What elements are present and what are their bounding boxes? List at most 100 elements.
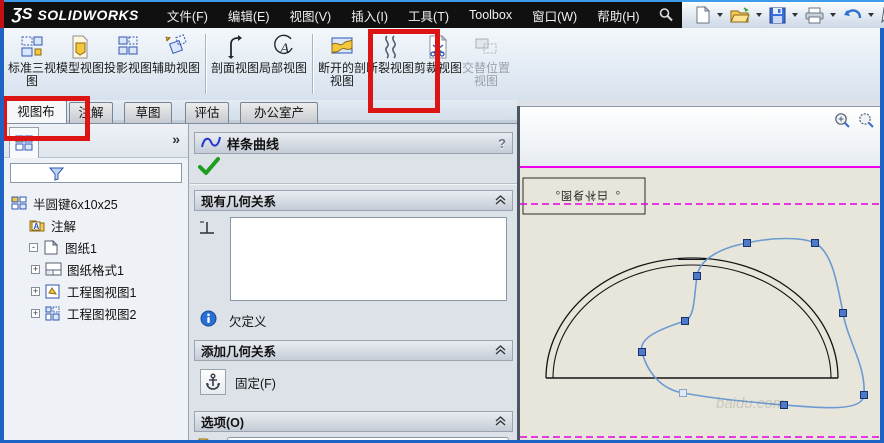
tree-expander-expand[interactable]: +	[31, 286, 40, 296]
section-add-relations[interactable]: 添加几何关系	[194, 340, 513, 361]
ribbon-button-standard-three-views[interactable]: 标准三视图	[8, 32, 56, 88]
solidworks-window: ƷS SOLIDWORKS 文件(F) 编辑(E) 视图(V) 插入(I) 工具…	[0, 0, 884, 443]
ribbon-button-label: 局部视图	[259, 61, 308, 75]
panel-expand-chevrons[interactable]: »	[172, 131, 180, 147]
quick-access-toolbar	[681, 2, 884, 28]
ribbon-button-projected-view[interactable]: 投影视图	[104, 32, 152, 75]
spline-control-point[interactable]	[638, 348, 646, 356]
tree-item-label: 注解	[51, 219, 77, 234]
feature-manager-panel: » 半圆键6x10x25 A 注解 - 图纸1 + 图纸格式1 + 工程图视图1…	[4, 124, 189, 440]
ribbon-button-alternate-position-view[interactable]: 交替位置视图	[462, 32, 510, 88]
ribbon-button-section-view[interactable]: 剖面视图	[211, 32, 259, 75]
new-document-icon[interactable]	[692, 4, 713, 26]
ok-check-icon[interactable]	[198, 156, 220, 181]
solidworks-logo-glyph: ƷS	[12, 6, 33, 23]
ribbon-button-model-view[interactable]: 模型视图	[56, 32, 104, 75]
tree-item-drawing-root[interactable]: 半圆键6x10x25	[4, 192, 188, 214]
highlight-box-crop-view	[368, 29, 440, 113]
help-icon[interactable]: ?	[498, 136, 506, 151]
auxiliary-view-icon	[152, 34, 200, 62]
ribbon-button-auxiliary-view[interactable]: 辅助视图	[152, 32, 200, 75]
tree-item-label: 工程图视图1	[67, 285, 137, 300]
title-block-rotated-text: 。白补身图。	[548, 189, 620, 201]
tree-expander-expand[interactable]: +	[31, 264, 40, 274]
ribbon-separator	[312, 34, 313, 94]
undo-icon[interactable]	[841, 4, 864, 26]
property-manager-title-bar: 样条曲线 ?	[194, 132, 513, 154]
fixed-relation-button[interactable]	[200, 369, 226, 395]
tree-item-label: 工程图视图2	[67, 307, 137, 322]
tab-sketch[interactable]: 草图	[124, 102, 172, 123]
tree-item-drawing-view2[interactable]: + 工程图视图2	[4, 302, 188, 324]
collapse-chevron-icon	[495, 415, 506, 429]
print-icon[interactable]	[803, 4, 826, 26]
graphics-area[interactable]: 。白补身图。 baidu.com	[520, 106, 880, 440]
model-view-icon	[56, 34, 104, 62]
save-caret[interactable]	[791, 13, 798, 17]
svg-text:A: A	[279, 41, 290, 57]
spline-control-point[interactable]	[743, 239, 751, 247]
window-border-left	[0, 28, 4, 443]
print-caret[interactable]	[829, 13, 836, 17]
ribbon-button-label: 辅助视图	[152, 61, 201, 75]
broken-out-section-icon	[318, 34, 366, 62]
half-round-key-view[interactable]	[545, 257, 839, 379]
solidworks-logo-text: SOLIDWORKS	[37, 7, 139, 23]
ribbon-button-label: 投影视图	[104, 61, 153, 75]
spline-control-point[interactable]	[681, 317, 689, 325]
zoom-area-icon[interactable]	[858, 112, 875, 134]
filter-funnel-icon	[48, 166, 65, 186]
drawing-document-icon	[11, 196, 28, 211]
select-icon[interactable]	[879, 4, 884, 26]
zoom-fit-icon[interactable]	[834, 112, 851, 134]
ribbon-button-label: 交替位置视图	[462, 61, 511, 88]
property-manager-title: 样条曲线	[227, 136, 280, 152]
tab-evaluate[interactable]: 评估	[185, 102, 229, 123]
svg-text:A: A	[34, 222, 40, 231]
window-border-right	[880, 28, 884, 443]
menu-window[interactable]: 窗口(W)	[522, 6, 587, 25]
ribbon-button-broken-out-section[interactable]: 断开的剖视图	[318, 32, 366, 88]
menu-file[interactable]: 文件(F)	[157, 6, 218, 25]
menu-tools[interactable]: 工具(T)	[398, 6, 459, 25]
tree-item-sheet-format1[interactable]: + 图纸格式1	[4, 258, 188, 280]
section-options[interactable]: 选项(O)	[194, 411, 513, 432]
open-icon[interactable]	[728, 4, 752, 26]
menu-insert[interactable]: 插入(I)	[341, 6, 398, 25]
ribbon-button-label: 剖面视图	[211, 61, 260, 75]
drawing-view2-icon	[45, 306, 62, 321]
tree-item-sheet1[interactable]: - 图纸1	[4, 236, 188, 258]
undo-caret[interactable]	[867, 13, 874, 17]
window-border-top	[0, 0, 884, 2]
tree-item-label: 图纸格式1	[67, 263, 124, 278]
window-border-left-red	[0, 0, 4, 28]
search-icon[interactable]	[650, 2, 682, 28]
solidworks-logo: ƷS SOLIDWORKS	[0, 2, 139, 28]
spline-control-point[interactable]	[693, 272, 701, 280]
tree-filter-box[interactable]	[10, 163, 182, 183]
property-manager-toolbar	[190, 154, 517, 184]
menu-view[interactable]: 视图(V)	[280, 6, 342, 25]
spline-control-point[interactable]	[839, 309, 847, 317]
definition-status-text: 欠定义	[229, 314, 267, 329]
new-document-caret[interactable]	[716, 13, 723, 17]
menu-help[interactable]: 帮助(H)	[587, 6, 649, 25]
open-caret[interactable]	[755, 13, 762, 17]
spline-control-point-selected[interactable]	[679, 389, 687, 397]
spline-control-point[interactable]	[860, 391, 868, 399]
tab-office-products[interactable]: 办公室产品	[240, 102, 318, 140]
save-icon[interactable]	[767, 4, 788, 26]
info-icon	[200, 310, 217, 330]
tree-item-drawing-view1[interactable]: + 工程图视图1	[4, 280, 188, 302]
tree-expander-expand[interactable]: +	[31, 308, 40, 318]
ribbon-button-detail-view[interactable]: A 局部视图	[259, 32, 307, 75]
tree-item-annotations[interactable]: A 注解	[4, 214, 188, 236]
menu-toolbox[interactable]: Toolbox	[459, 8, 522, 22]
relations-listbox[interactable]	[230, 217, 507, 301]
section-existing-relations[interactable]: 现有几何关系	[194, 190, 513, 211]
tree-expander-collapse[interactable]: -	[29, 242, 38, 252]
menu-edit[interactable]: 编辑(E)	[218, 6, 280, 25]
ribbon-button-label: 断开的剖视图	[318, 61, 367, 88]
spline-control-point[interactable]	[811, 239, 819, 247]
spline-curve[interactable]	[640, 237, 865, 409]
